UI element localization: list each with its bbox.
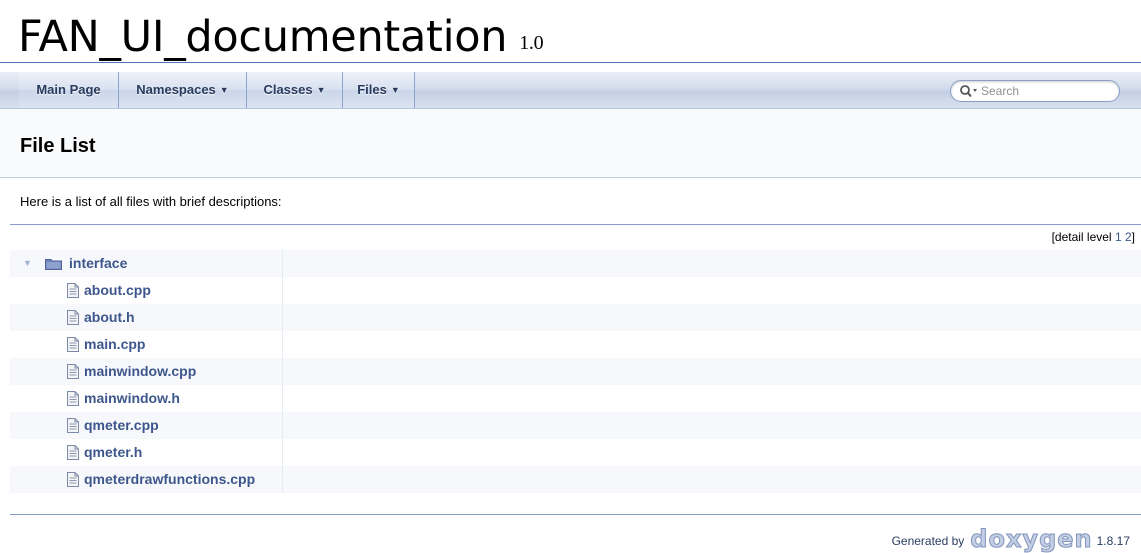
main-nav-bar: Main Page Namespaces ▼ Classes ▼ Files ▼ — [0, 72, 1141, 109]
nav-classes[interactable]: Classes ▼ — [247, 72, 343, 108]
page-intro: Here is a list of all files with brief d… — [20, 194, 282, 209]
file-icon — [67, 445, 79, 460]
detail-level-suffix: ] — [1131, 230, 1135, 244]
folder-link[interactable]: interface — [69, 250, 127, 277]
detail-level-1-link[interactable]: 1 — [1115, 230, 1122, 244]
file-row: mainwindow.cpp — [10, 358, 1141, 385]
nav-files[interactable]: Files ▼ — [343, 72, 415, 108]
nav-main-page-label: Main Page — [36, 82, 101, 97]
search-input[interactable] — [981, 82, 1111, 100]
file-row: qmeterdrawfunctions.cpp — [10, 466, 1141, 493]
column-divider — [282, 331, 283, 358]
footer-divider — [10, 514, 1141, 515]
file-icon — [67, 310, 79, 325]
column-divider — [282, 412, 283, 439]
column-divider — [282, 439, 283, 466]
file-link[interactable]: qmeter.h — [84, 439, 142, 466]
file-row: qmeter.cpp — [10, 412, 1141, 439]
detail-level-2-link[interactable]: 2 — [1125, 230, 1132, 244]
project-number: 1.0 — [519, 32, 544, 54]
file-link[interactable]: about.h — [84, 304, 135, 331]
detail-level: [detail level 1 2] — [1052, 230, 1135, 244]
doxygen-logo[interactable]: doxygen — [970, 525, 1092, 553]
chevron-down-icon: ▼ — [316, 85, 326, 95]
file-link[interactable]: about.cpp — [84, 277, 151, 304]
column-divider — [282, 358, 283, 385]
file-icon — [67, 391, 79, 406]
doxygen-version: 1.8.17 — [1096, 534, 1130, 548]
page-title: File List — [20, 135, 96, 157]
project-name: FAN_UI_documentation 1.0 — [18, 12, 544, 69]
file-icon — [67, 337, 79, 352]
folder-row-interface: ▼ interface — [10, 250, 1141, 277]
file-icon — [67, 418, 79, 433]
table-divider — [10, 224, 1141, 225]
search-box[interactable] — [950, 80, 1120, 102]
nav-namespaces[interactable]: Namespaces ▼ — [119, 72, 247, 108]
file-link[interactable]: main.cpp — [84, 331, 145, 358]
nav-classes-label: Classes — [263, 82, 313, 97]
file-row: about.cpp — [10, 277, 1141, 304]
file-link[interactable]: qmeterdrawfunctions.cpp — [84, 466, 255, 493]
project-title: FAN_UI_documentation — [18, 12, 508, 62]
detail-level-prefix: [detail level — [1051, 230, 1115, 244]
nav-main-page[interactable]: Main Page — [19, 72, 119, 108]
file-link[interactable]: mainwindow.h — [84, 385, 180, 412]
folder-icon — [45, 259, 62, 270]
column-divider — [282, 277, 283, 304]
footer: Generated by doxygen 1.8.17 — [891, 526, 1130, 552]
chevron-down-icon: ▼ — [219, 85, 229, 95]
chevron-down-icon: ▼ — [390, 85, 400, 95]
title-area: FAN_UI_documentation 1.0 — [0, 0, 1141, 63]
column-divider — [282, 250, 283, 277]
generated-by-label: Generated by — [891, 534, 965, 548]
column-divider — [282, 385, 283, 412]
expand-arrow-icon[interactable]: ▼ — [23, 250, 32, 277]
search-icon[interactable] — [959, 84, 979, 98]
page-header: File List — [0, 109, 1141, 178]
file-list-table: ▼ interface about.cpp about.h main.cpp main… — [10, 250, 1141, 493]
file-icon — [67, 364, 79, 379]
column-divider — [282, 304, 283, 331]
file-link[interactable]: qmeter.cpp — [84, 412, 159, 439]
column-divider — [282, 466, 283, 493]
file-link[interactable]: mainwindow.cpp — [84, 358, 196, 385]
nav-namespaces-label: Namespaces — [136, 82, 216, 97]
file-row: main.cpp — [10, 331, 1141, 358]
nav-files-label: Files — [357, 82, 387, 97]
file-row: qmeter.h — [10, 439, 1141, 466]
file-row: mainwindow.h — [10, 385, 1141, 412]
file-icon — [67, 283, 79, 298]
file-icon — [67, 472, 79, 487]
file-row: about.h — [10, 304, 1141, 331]
